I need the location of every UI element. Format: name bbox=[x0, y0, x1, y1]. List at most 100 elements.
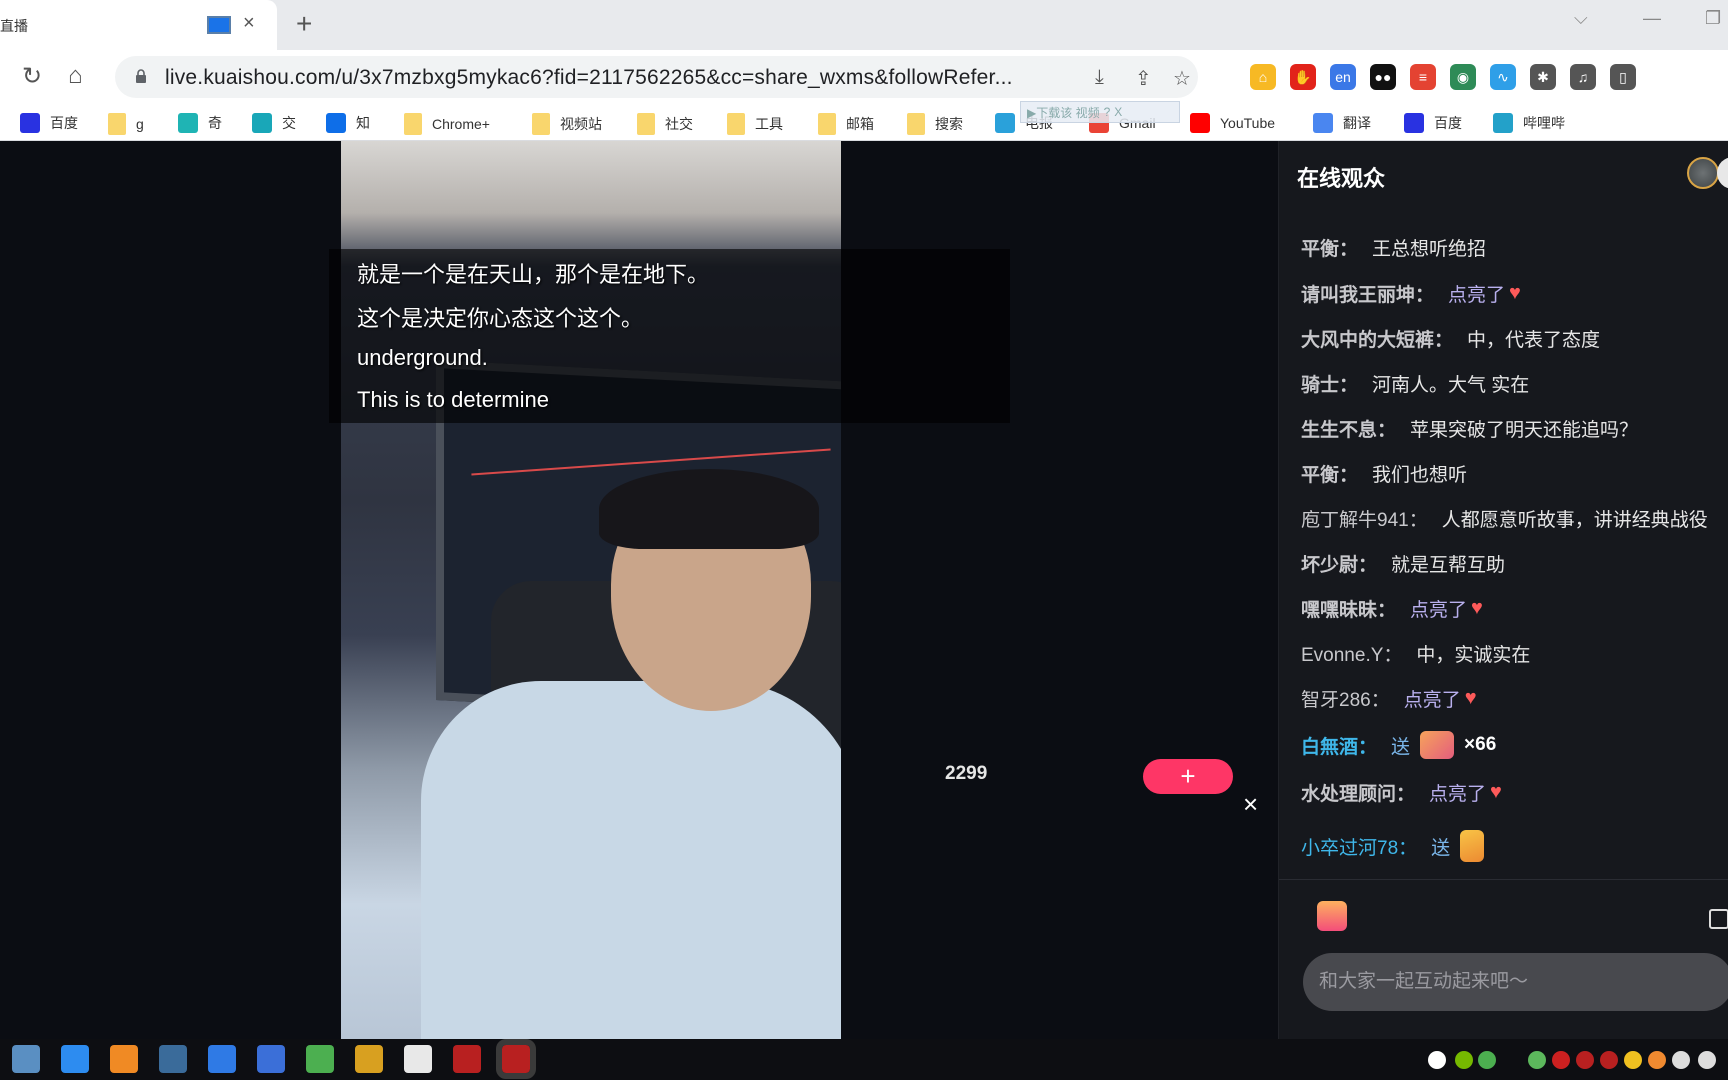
bookmark-item[interactable]: 百度 bbox=[1404, 113, 1462, 133]
tray-network-icon[interactable] bbox=[1672, 1051, 1690, 1069]
extensions-puzzle-icon[interactable]: ✱ bbox=[1530, 64, 1556, 90]
taskbar-search-tool-icon[interactable] bbox=[110, 1045, 138, 1073]
viewer-avatar[interactable] bbox=[1717, 157, 1728, 189]
chat-username[interactable]: 大风中的大短裤： bbox=[1301, 325, 1453, 352]
chat-username[interactable]: 请叫我王丽坤： bbox=[1301, 280, 1434, 307]
taskbar-sogou-icon[interactable] bbox=[208, 1045, 236, 1073]
follow-button[interactable]: + bbox=[1143, 759, 1233, 794]
cast-media-icon[interactable] bbox=[207, 16, 231, 34]
translate-ext-icon[interactable]: en bbox=[1330, 64, 1356, 90]
chat-username[interactable]: 庖丁解牛941： bbox=[1301, 505, 1428, 532]
share-icon[interactable]: ⇪ bbox=[1135, 66, 1152, 91]
url-text[interactable]: live.kuaishou.com/u/3x7mzbxg5mykac6?fid=… bbox=[165, 66, 1013, 90]
chat-text: 中，实诚实在 bbox=[1416, 645, 1531, 666]
bookmark-item[interactable]: 百度 bbox=[20, 113, 78, 133]
chat-username[interactable]: Evonne.Y： bbox=[1301, 640, 1402, 667]
tray-wh6-icon[interactable] bbox=[1600, 1051, 1618, 1069]
gift-count: ×66 bbox=[1464, 734, 1497, 755]
tab-close-button[interactable]: × bbox=[243, 12, 255, 35]
tab-live[interactable]: 直播 × bbox=[0, 0, 277, 50]
taskbar-search-magnifier-icon[interactable] bbox=[257, 1045, 285, 1073]
taskbar-file-explorer-icon[interactable] bbox=[404, 1045, 432, 1073]
google-home-ext-icon[interactable]: ⌂ bbox=[1250, 64, 1276, 90]
taskbar-photo-viewer-icon[interactable] bbox=[12, 1045, 40, 1073]
bookmark-item[interactable]: 奇 bbox=[178, 113, 222, 133]
taskbar-wh6-app-icon[interactable] bbox=[453, 1045, 481, 1073]
tray-wh6-icon[interactable] bbox=[1576, 1051, 1594, 1069]
heart-icon: ♥ bbox=[1464, 687, 1477, 709]
viewer-avatar[interactable] bbox=[1687, 157, 1719, 189]
side-panel-icon[interactable]: ▯ bbox=[1610, 64, 1636, 90]
tampermonkey-ext-icon[interactable]: ●● bbox=[1370, 64, 1396, 90]
install-icon[interactable]: ⤓ bbox=[1095, 66, 1104, 89]
chat-input[interactable] bbox=[1303, 953, 1728, 1011]
chat-message: 智牙286： 点亮了 ♥ bbox=[1301, 685, 1477, 712]
chat-username[interactable]: 平衡： bbox=[1301, 234, 1358, 261]
folder-icon bbox=[404, 113, 422, 135]
bookmark-item[interactable]: 交 bbox=[252, 113, 296, 133]
minimize-button[interactable]: — bbox=[1643, 8, 1661, 29]
tray-p-app-icon[interactable] bbox=[1428, 1051, 1446, 1069]
tray-security-icon[interactable] bbox=[1624, 1051, 1642, 1069]
taskbar-feishu-icon[interactable] bbox=[61, 1045, 89, 1073]
expand-icon[interactable] bbox=[1709, 909, 1728, 929]
new-tab-button[interactable]: + bbox=[296, 8, 312, 40]
restore-button[interactable]: ❐ bbox=[1705, 8, 1721, 29]
bookmark-item[interactable]: 邮箱 bbox=[818, 113, 874, 135]
bookmark-item[interactable]: YouTube bbox=[1190, 113, 1275, 133]
tray-orange-app-icon[interactable] bbox=[1648, 1051, 1666, 1069]
download-close-icon[interactable]: X bbox=[1114, 105, 1122, 119]
subtitle-line: This is to determine bbox=[357, 387, 549, 412]
media-control-icon[interactable]: ♫ bbox=[1570, 64, 1596, 90]
bookmark-item[interactable]: Chrome+ bbox=[404, 113, 490, 135]
bookmark-item[interactable]: 社交 bbox=[637, 113, 693, 135]
todoist-ext-icon[interactable]: ≡ bbox=[1410, 64, 1436, 90]
chat-username[interactable]: 小卒过河78： bbox=[1301, 833, 1417, 860]
chat-username[interactable]: 坏少尉： bbox=[1301, 550, 1377, 577]
idm-ext-icon[interactable]: ◉ bbox=[1450, 64, 1476, 90]
tray-nvidia-icon[interactable] bbox=[1455, 1051, 1473, 1069]
chat-username[interactable]: 水处理顾问： bbox=[1301, 779, 1415, 806]
tab-search-dropdown-icon[interactable]: ⌵ bbox=[1574, 8, 1588, 29]
chat-text: 点亮了 bbox=[1429, 784, 1487, 805]
adblock-ext-icon[interactable]: ✋ bbox=[1290, 64, 1316, 90]
bookmark-item[interactable]: 视频站 bbox=[532, 113, 602, 135]
chat-message: 白無酒： 送 ×66 bbox=[1301, 731, 1496, 759]
taskbar-trading-app-icon[interactable] bbox=[355, 1045, 383, 1073]
streamer-shirt bbox=[421, 681, 841, 1039]
download-video-label[interactable]: ▶下载该 视频 bbox=[1027, 104, 1100, 121]
bookmark-item[interactable]: 工具 bbox=[727, 113, 783, 135]
close-icon[interactable]: × bbox=[1243, 789, 1258, 820]
chat-text: 我们也想听 bbox=[1372, 465, 1468, 486]
bookmark-item[interactable]: 搜索 bbox=[907, 113, 963, 135]
reload-button[interactable]: ↻ bbox=[22, 62, 42, 91]
bookmark-item[interactable]: 哔哩哔 bbox=[1493, 113, 1565, 133]
lock-icon[interactable] bbox=[135, 69, 147, 83]
folder-icon bbox=[532, 113, 550, 135]
chat-username[interactable]: 白無酒： bbox=[1301, 732, 1377, 759]
taskbar-chrome-icon[interactable] bbox=[306, 1045, 334, 1073]
download-help-icon[interactable]: ? bbox=[1104, 105, 1111, 119]
gift-icon[interactable] bbox=[1317, 901, 1347, 931]
tray-volume-icon[interactable] bbox=[1698, 1051, 1716, 1069]
chat-username[interactable]: 平衡： bbox=[1301, 460, 1358, 487]
bookmark-label: 交 bbox=[282, 115, 296, 131]
chat-username[interactable]: 嘿嘿昧昧： bbox=[1301, 595, 1396, 622]
chat-username[interactable]: 智牙286： bbox=[1301, 685, 1390, 712]
tray-chrome-icon[interactable] bbox=[1478, 1051, 1496, 1069]
tray-sync-icon[interactable] bbox=[1528, 1051, 1546, 1069]
bookmark-item[interactable]: 知 bbox=[326, 113, 370, 133]
bookmark-item[interactable]: g bbox=[108, 113, 144, 135]
chat-username[interactable]: 生生不息： bbox=[1301, 415, 1396, 442]
bookmark-star-icon[interactable]: ☆ bbox=[1173, 66, 1191, 91]
bookmark-item[interactable]: 翻译 bbox=[1313, 113, 1371, 133]
tray-record-icon[interactable] bbox=[1552, 1051, 1570, 1069]
blue-ext-icon[interactable]: ∿ bbox=[1490, 64, 1516, 90]
download-video-float[interactable]: ▶下载该 视频 ? X bbox=[1020, 101, 1180, 123]
home-button[interactable]: ⌂ bbox=[68, 62, 83, 90]
taskbar-game-icon[interactable] bbox=[159, 1045, 187, 1073]
address-bar[interactable]: live.kuaishou.com/u/3x7mzbxg5mykac6?fid=… bbox=[115, 56, 1198, 98]
chat-username[interactable]: 骑士： bbox=[1301, 370, 1358, 397]
baidu-icon bbox=[20, 113, 40, 133]
taskbar-wh6-app-active-icon[interactable] bbox=[496, 1039, 536, 1079]
